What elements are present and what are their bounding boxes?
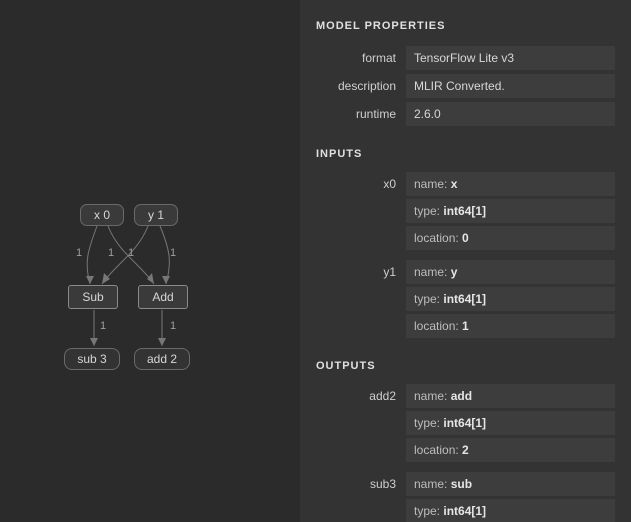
node-y1[interactable]: y 1 [134,204,178,226]
edge-label-sub-sub3: 1 [100,320,106,332]
prop-value: TensorFlow Lite v3 [406,46,615,70]
prop-label: runtime [316,102,406,121]
io-name: name: sub [406,472,615,496]
section-inputs: INPUTS [316,148,615,160]
prop-value: 2.6.0 [406,102,615,126]
node-sub[interactable]: Sub [68,285,118,309]
io-location: location: 1 [406,314,615,338]
io-name: name: x [406,172,615,196]
node-sub3[interactable]: sub 3 [64,348,120,370]
edge-label-x0-sub: 1 [76,247,82,259]
io-type: type: int64[1] [406,199,615,223]
graph-edges [0,0,300,522]
prop-value: MLIR Converted. [406,74,615,98]
edge-label-add-add2: 1 [170,320,176,332]
edge-label-x0-add: 1 [108,247,114,259]
io-key: x0 [316,172,406,250]
io-key: add2 [316,384,406,462]
node-x0[interactable]: x 0 [80,204,124,226]
io-name: name: add [406,384,615,408]
io-key: y1 [316,260,406,338]
output-sub3: sub3 name: sub type: int64[1] location: … [316,472,615,522]
properties-panel: MODEL PROPERTIES format TensorFlow Lite … [300,0,631,522]
section-outputs: OUTPUTS [316,360,615,372]
prop-label: description [316,74,406,93]
panel-title: MODEL PROPERTIES [316,20,615,32]
output-add2: add2 name: add type: int64[1] location: … [316,384,615,462]
input-x0: x0 name: x type: int64[1] location: 0 [316,172,615,250]
prop-label: format [316,46,406,65]
input-y1: y1 name: y type: int64[1] location: 1 [316,260,615,338]
edge-label-y1-sub: 1 [128,247,134,259]
prop-row-runtime: runtime 2.6.0 [316,102,615,126]
io-type: type: int64[1] [406,499,615,522]
io-location: location: 2 [406,438,615,462]
prop-row-format: format TensorFlow Lite v3 [316,46,615,70]
prop-row-description: description MLIR Converted. [316,74,615,98]
io-name: name: y [406,260,615,284]
edge-label-y1-add: 1 [170,247,176,259]
io-type: type: int64[1] [406,411,615,435]
node-add2[interactable]: add 2 [134,348,190,370]
io-key: sub3 [316,472,406,522]
io-type: type: int64[1] [406,287,615,311]
io-location: location: 0 [406,226,615,250]
node-add[interactable]: Add [138,285,188,309]
graph-canvas[interactable]: x 0 y 1 Sub Add sub 3 add 2 1 1 1 1 1 1 [0,0,300,522]
